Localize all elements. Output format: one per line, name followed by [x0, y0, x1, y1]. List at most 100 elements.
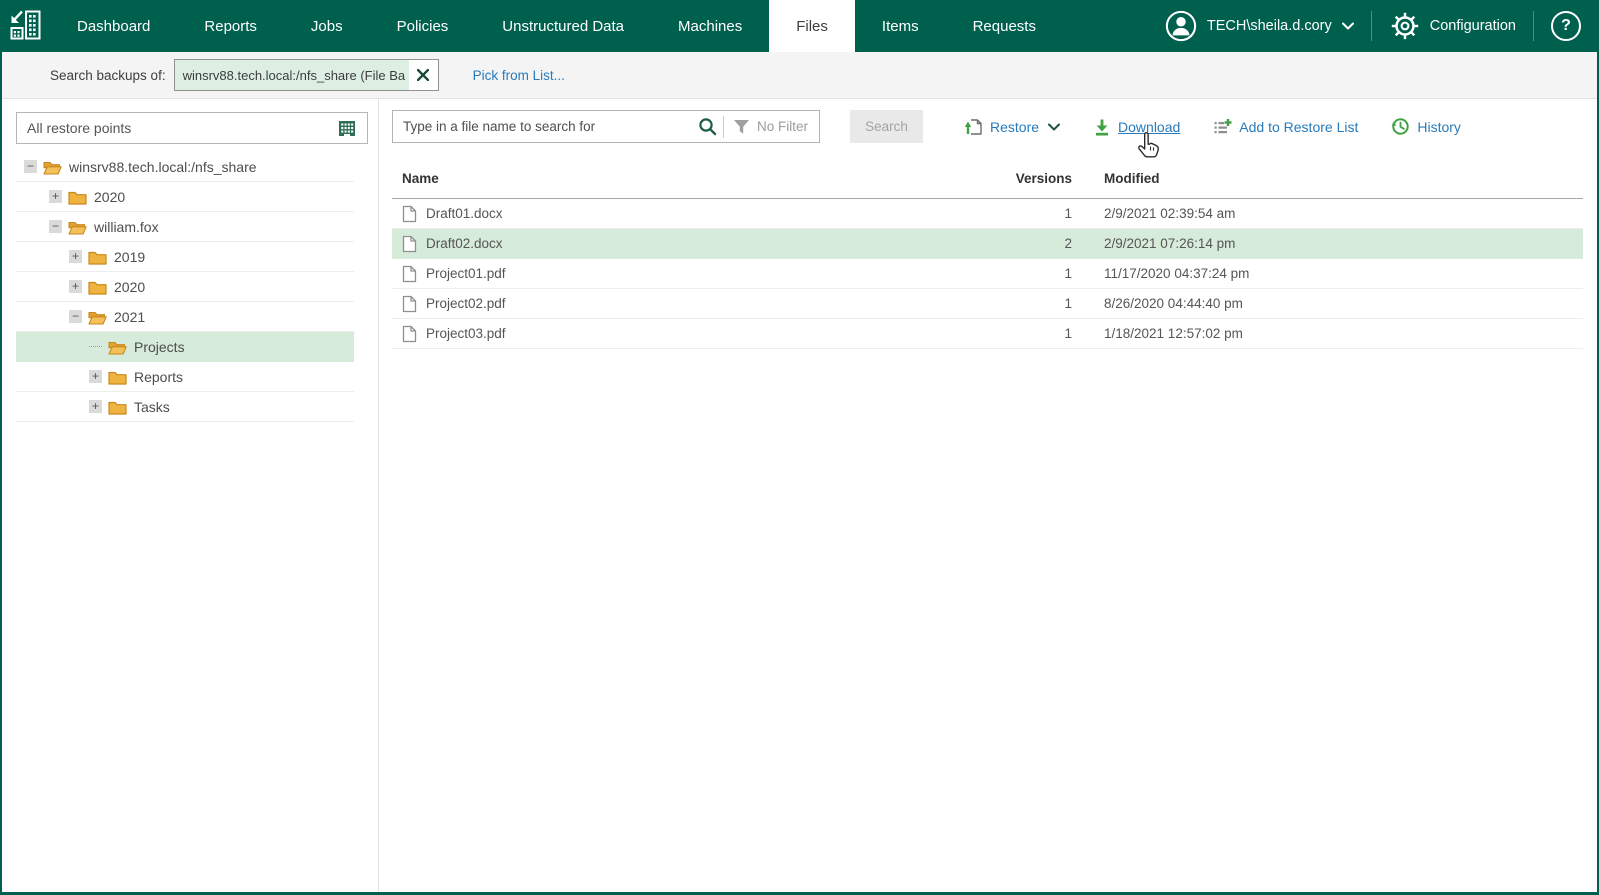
tab-items[interactable]: Items	[855, 0, 946, 52]
tree-item-2020[interactable]: 2020	[16, 272, 354, 302]
file-modified: 2/9/2021 07:26:14 pm	[1104, 236, 1236, 251]
file-modified: 2/9/2021 02:39:54 am	[1104, 206, 1236, 221]
table-row-project03[interactable]: Project03.pdf 1 1/18/2021 12:57:02 pm	[392, 319, 1583, 349]
tree-item-tasks[interactable]: Tasks	[16, 392, 354, 422]
tree-item-label: Tasks	[134, 398, 170, 415]
file-icon	[402, 265, 417, 283]
folder-closed-icon	[108, 369, 127, 385]
folder-closed-icon	[68, 189, 87, 205]
tree-item-label: 2021	[114, 308, 146, 325]
backup-scope-field[interactable]: winsrv88.tech.local:/nfs_share (File Ba	[173, 59, 439, 91]
gear-icon	[1389, 10, 1421, 42]
tree-item-projects[interactable]: Projects	[16, 332, 354, 362]
file-name: Project03.pdf	[426, 326, 506, 341]
folder-closed-icon	[108, 399, 127, 415]
configuration-label: Configuration	[1429, 18, 1516, 34]
table-row-project01[interactable]: Project01.pdf 1 11/17/2020 04:37:24 pm	[392, 259, 1583, 289]
column-header-versions[interactable]: Versions	[992, 171, 1072, 186]
user-menu[interactable]: TECH\sheila.d.cory	[1165, 10, 1354, 42]
tree-item-2019[interactable]: 2019	[16, 242, 354, 272]
expand-icon[interactable]	[89, 400, 102, 413]
clear-scope-button[interactable]	[408, 60, 438, 90]
file-search-input[interactable]	[393, 119, 698, 134]
file-versions: 1	[1064, 296, 1072, 311]
search-button[interactable]: Search	[850, 110, 923, 143]
file-modified: 11/17/2020 04:37:24 pm	[1104, 266, 1250, 281]
tree-item-label: Projects	[134, 338, 185, 355]
file-icon	[402, 295, 417, 313]
expand-icon[interactable]	[89, 370, 102, 383]
search-icon[interactable]	[698, 117, 717, 136]
app-logo[interactable]	[2, 0, 50, 52]
file-actions: Restore Download Add to Restore List His…	[964, 117, 1461, 136]
tree-item-2020-root[interactable]: 2020	[16, 182, 354, 212]
expand-icon[interactable]	[69, 250, 82, 263]
table-row-draft01[interactable]: Draft01.docx 1 2/9/2021 02:39:54 am	[392, 199, 1583, 229]
nav-divider	[1370, 11, 1372, 41]
question-icon: ?	[1561, 17, 1571, 34]
folder-closed-icon	[88, 279, 107, 295]
table-row-draft02[interactable]: Draft02.docx 2 2/9/2021 07:26:14 pm	[392, 229, 1583, 259]
filter-button[interactable]: No Filter	[733, 119, 819, 135]
no-filter-label: No Filter	[756, 119, 808, 134]
tree-item-label: 2020	[114, 278, 146, 295]
chevron-down-icon	[1048, 123, 1060, 131]
add-to-restore-list-button[interactable]: Add to Restore List	[1213, 118, 1358, 136]
table-header-row: Name Versions Modified	[392, 159, 1583, 199]
folder-closed-icon	[88, 249, 107, 265]
tab-requests[interactable]: Requests	[946, 0, 1063, 52]
table-row-project02[interactable]: Project02.pdf 1 8/26/2020 04:44:40 pm	[392, 289, 1583, 319]
folder-open-icon	[43, 159, 62, 175]
enterprise-manager-window: Dashboard Reports Jobs Policies Unstruct…	[0, 0, 1599, 895]
funnel-icon	[733, 119, 750, 135]
folder-open-icon	[88, 309, 107, 325]
column-header-name[interactable]: Name	[392, 171, 992, 186]
history-button[interactable]: History	[1391, 117, 1461, 136]
tree-item-nfs-share[interactable]: winsrv88.tech.local:/nfs_share	[16, 152, 354, 182]
tab-jobs[interactable]: Jobs	[284, 0, 370, 52]
collapse-icon[interactable]	[49, 220, 62, 233]
help-button[interactable]: ?	[1551, 11, 1581, 41]
file-modified: 8/26/2020 04:44:40 pm	[1104, 296, 1243, 311]
tab-policies[interactable]: Policies	[370, 0, 476, 52]
restore-points-selector[interactable]: All restore points	[16, 112, 368, 144]
expand-icon[interactable]	[69, 280, 82, 293]
restore-icon	[964, 118, 983, 136]
tab-dashboard[interactable]: Dashboard	[50, 0, 177, 52]
configuration-button[interactable]: Configuration	[1389, 10, 1516, 42]
add-to-list-icon	[1213, 118, 1232, 136]
file-search-box: No Filter	[392, 110, 820, 143]
nav-tabs: Dashboard Reports Jobs Policies Unstruct…	[50, 0, 1063, 52]
tree-item-2021[interactable]: 2021	[16, 302, 354, 332]
file-versions: 2	[1064, 236, 1072, 251]
nav-right-controls: TECH\sheila.d.cory Configuration ?	[1165, 0, 1597, 52]
tree-connector	[89, 346, 102, 347]
pick-from-list-link[interactable]: Pick from List...	[473, 68, 565, 83]
collapse-icon[interactable]	[24, 160, 37, 173]
file-name: Draft02.docx	[426, 236, 503, 251]
tree-item-label: 2020	[94, 188, 126, 205]
tab-machines[interactable]: Machines	[651, 0, 769, 52]
file-versions: 1	[1064, 206, 1072, 221]
folder-tree: winsrv88.tech.local:/nfs_share 2020 will…	[16, 152, 354, 422]
restore-button[interactable]: Restore	[964, 118, 1060, 136]
tab-unstructured-data[interactable]: Unstructured Data	[475, 0, 651, 52]
collapse-icon[interactable]	[69, 310, 82, 323]
restore-points-value: All restore points	[27, 120, 132, 136]
expand-icon[interactable]	[49, 190, 62, 203]
add-to-restore-list-label: Add to Restore List	[1239, 118, 1359, 135]
tree-item-reports[interactable]: Reports	[16, 362, 354, 392]
file-icon	[402, 235, 417, 253]
tree-item-william-fox[interactable]: william.fox	[16, 212, 354, 242]
calendar-icon[interactable]	[337, 118, 357, 138]
search-divider	[722, 115, 724, 138]
tab-reports[interactable]: Reports	[177, 0, 284, 52]
tab-files[interactable]: Files	[769, 0, 855, 52]
tree-item-label: winsrv88.tech.local:/nfs_share	[69, 158, 257, 175]
chevron-down-icon	[1342, 22, 1354, 30]
download-button[interactable]: Download	[1093, 118, 1180, 136]
backup-scope-value: winsrv88.tech.local:/nfs_share (File Ba	[174, 60, 409, 90]
file-versions: 1	[1064, 266, 1072, 281]
column-header-modified[interactable]: Modified	[1072, 171, 1583, 186]
file-icon	[402, 325, 417, 343]
